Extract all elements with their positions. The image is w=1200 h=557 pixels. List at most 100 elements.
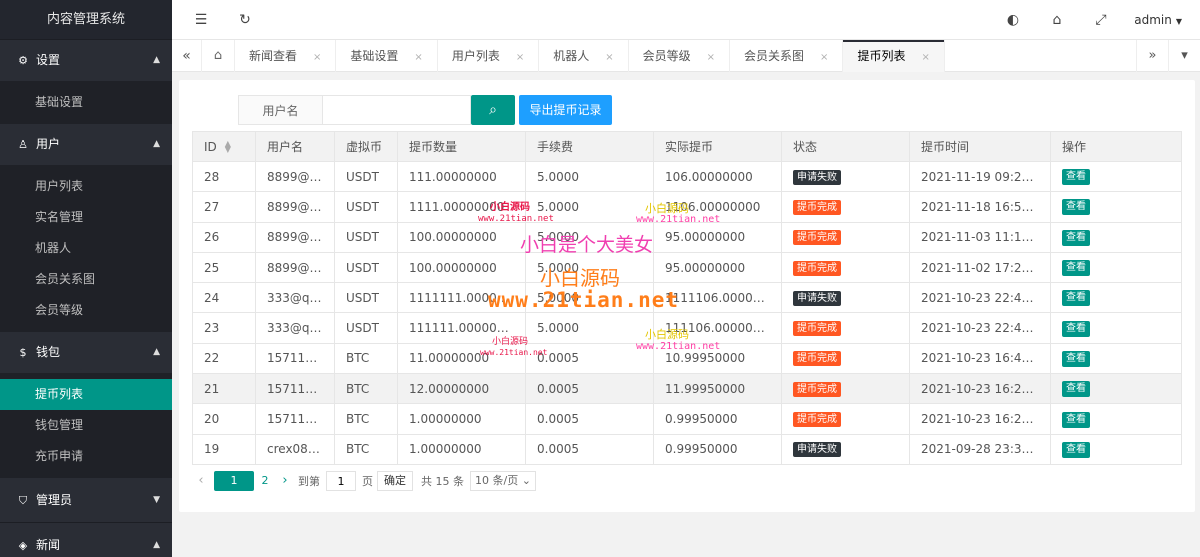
search-button[interactable]: ⌕ bbox=[471, 95, 515, 125]
cell-status: 提币完成 bbox=[781, 251, 910, 284]
sidebar-item-robot[interactable]: 机器人 bbox=[0, 233, 172, 264]
total-count: 共 15 条 bbox=[421, 475, 464, 488]
cell-fee: 5.0000 bbox=[525, 251, 654, 284]
per-page-select[interactable]: 10 条/页 ⌄ bbox=[470, 471, 536, 491]
tab-user-list[interactable]: 用户列表 × bbox=[438, 40, 540, 74]
view-button[interactable]: 查看 bbox=[1062, 290, 1090, 307]
sidebar-item-withdraw-list[interactable]: 提币列表 bbox=[0, 379, 172, 410]
view-button[interactable]: 查看 bbox=[1062, 169, 1090, 186]
cell-action: 查看 bbox=[1050, 312, 1182, 344]
close-icon[interactable]: × bbox=[313, 42, 321, 74]
menu-toggle-icon[interactable]: ☰ bbox=[186, 0, 216, 40]
page-current[interactable]: 1 bbox=[214, 471, 254, 491]
view-button[interactable]: 查看 bbox=[1062, 260, 1090, 277]
sidebar-group-wallet[interactable]: $ 钱包 ▲ bbox=[0, 332, 172, 373]
sidebar-group-settings[interactable]: ⚙ 设置 ▲ bbox=[0, 40, 172, 81]
cell-status: 提币完成 bbox=[781, 403, 910, 435]
search-label: 用户名 bbox=[238, 95, 323, 125]
cell-actual: 106.00000000 bbox=[653, 160, 782, 193]
view-button[interactable]: 查看 bbox=[1062, 350, 1090, 367]
next-page-icon[interactable]: › bbox=[276, 471, 294, 491]
tab-label: 基础设置 bbox=[350, 49, 399, 63]
caret-down-icon: ▼ bbox=[1175, 17, 1182, 26]
column-header: 提币时间 bbox=[909, 131, 1051, 162]
tag-icon[interactable]: ⌂ bbox=[1042, 0, 1072, 40]
cell-user: 1571172... bbox=[255, 342, 335, 375]
sidebar-group-label: 钱包 bbox=[36, 345, 61, 359]
tab-withdraw-list[interactable]: 提币列表 × bbox=[843, 40, 945, 74]
fullscreen-icon[interactable]: ⤢ bbox=[1086, 0, 1116, 40]
tag-icon: ◈ bbox=[18, 539, 28, 552]
tab-label: 用户列表 bbox=[451, 49, 500, 63]
sidebar-group-admin[interactable]: ⛉ 管理员 ▼ bbox=[0, 478, 172, 522]
sidebar-group-label: 用户 bbox=[36, 137, 61, 151]
tab-member-graph[interactable]: 会员关系图 × bbox=[730, 40, 844, 74]
cell-id: 22 bbox=[192, 342, 256, 375]
view-button[interactable]: 查看 bbox=[1062, 441, 1090, 458]
export-button[interactable]: 导出提币记录 bbox=[519, 95, 612, 125]
cell-user: 8899@q... bbox=[255, 191, 335, 223]
tab-basic-settings[interactable]: 基础设置 × bbox=[336, 40, 438, 74]
cell-action: 查看 bbox=[1050, 433, 1182, 465]
cell-actual: 1106.00000000 bbox=[653, 191, 782, 223]
cell-actual: 0.99950000 bbox=[653, 403, 782, 435]
view-button[interactable]: 查看 bbox=[1062, 320, 1090, 337]
cell-fee: 5.0000 bbox=[525, 282, 654, 314]
sidebar-item-member-graph[interactable]: 会员关系图 bbox=[0, 264, 172, 295]
tab-scroll-right-icon[interactable]: » bbox=[1136, 40, 1168, 72]
tab-news-view[interactable]: 新闻查看 × bbox=[235, 40, 337, 74]
prev-page-icon[interactable]: ‹ bbox=[192, 471, 210, 491]
sidebar-item-basic-settings[interactable]: 基础设置 bbox=[0, 87, 172, 118]
sidebar-group-news[interactable]: ◈ 新闻 ▲ bbox=[0, 522, 172, 557]
user-menu[interactable]: admin ▼ bbox=[1134, 0, 1182, 40]
cell-status: 提币完成 bbox=[781, 191, 910, 223]
tab-scroll-left-icon[interactable]: « bbox=[172, 40, 202, 72]
tab-robot[interactable]: 机器人 × bbox=[539, 40, 629, 74]
cell-user: crex081... bbox=[255, 433, 335, 465]
cell-action: 查看 bbox=[1050, 160, 1182, 193]
sidebar-item-wallet-manage[interactable]: 钱包管理 bbox=[0, 410, 172, 441]
cell-status: 提币完成 bbox=[781, 342, 910, 375]
sidebar-item-user-list[interactable]: 用户列表 bbox=[0, 171, 172, 202]
page-link[interactable]: 2 bbox=[258, 471, 272, 491]
close-icon[interactable]: × bbox=[605, 42, 613, 74]
status-badge: 提币完成 bbox=[793, 412, 841, 428]
home-icon[interactable]: ⌂ bbox=[202, 40, 235, 72]
column-header-id[interactable]: ID ▲ ▼ bbox=[192, 131, 256, 162]
cell-status: 申请失败 bbox=[781, 160, 910, 193]
per-page-value: 10 条/页 bbox=[475, 474, 519, 487]
theme-icon[interactable]: ◐ bbox=[998, 0, 1028, 40]
sidebar-group-users[interactable]: ♙ 用户 ▲ bbox=[0, 124, 172, 165]
status-badge: 提币完成 bbox=[793, 351, 841, 367]
sort-icon[interactable]: ▲ ▼ bbox=[225, 140, 231, 154]
goto-page-input[interactable] bbox=[326, 471, 356, 491]
refresh-icon[interactable]: ↻ bbox=[230, 0, 260, 40]
close-icon[interactable]: × bbox=[516, 42, 524, 74]
sidebar-item-member-level[interactable]: 会员等级 bbox=[0, 295, 172, 326]
close-icon[interactable]: × bbox=[707, 42, 715, 74]
table-row: 24 333@qq... USDT 1111111.00000000 5.0000 111… bbox=[192, 282, 1182, 314]
username: admin bbox=[1134, 13, 1172, 27]
cell-id: 25 bbox=[192, 251, 256, 284]
view-button[interactable]: 查看 bbox=[1062, 381, 1090, 398]
table-row: 19 crex081... BTC 1.00000000 0.0005 0.9995000… bbox=[192, 433, 1182, 465]
column-header: 操作 bbox=[1050, 131, 1182, 162]
sidebar-item-realname[interactable]: 实名管理 bbox=[0, 202, 172, 233]
cell-fee: 0.0005 bbox=[525, 342, 654, 375]
tab-member-level[interactable]: 会员等级 × bbox=[629, 40, 731, 74]
withdraw-list-panel: 用户名 ⌕ 导出提币记录 ID ▲ ▼ 用户名 虚拟币 提币数量 手续费 实际提币 … bbox=[179, 80, 1195, 512]
sidebar-group-body: 基础设置 bbox=[0, 81, 172, 124]
close-icon[interactable]: × bbox=[820, 42, 828, 74]
goto-confirm-button[interactable]: 确定 bbox=[377, 471, 413, 491]
close-icon[interactable]: × bbox=[414, 42, 422, 74]
cell-action: 查看 bbox=[1050, 251, 1182, 284]
column-header-label: ID bbox=[204, 139, 217, 154]
sidebar-item-deposit-apply[interactable]: 充币申请 bbox=[0, 441, 172, 472]
tab-menu-icon[interactable]: ▾ bbox=[1168, 40, 1200, 72]
username-search-input[interactable] bbox=[323, 95, 471, 125]
close-icon[interactable]: × bbox=[921, 42, 929, 74]
view-button[interactable]: 查看 bbox=[1062, 411, 1090, 428]
view-button[interactable]: 查看 bbox=[1062, 229, 1090, 246]
cell-action: 查看 bbox=[1050, 221, 1182, 253]
view-button[interactable]: 查看 bbox=[1062, 199, 1090, 216]
